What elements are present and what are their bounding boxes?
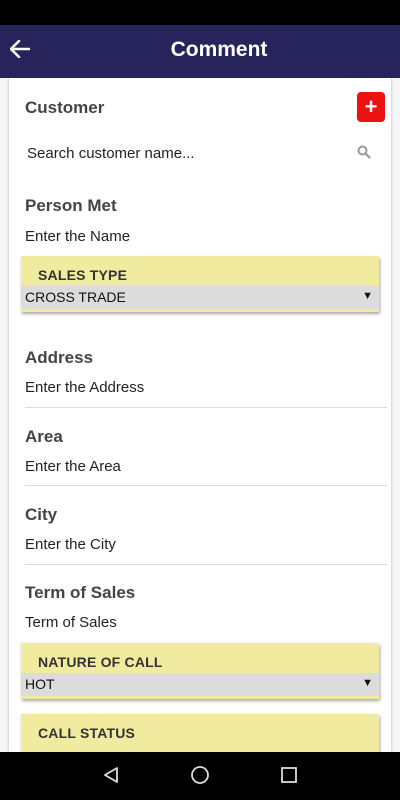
nature-of-call-label: NATURE OF CALL — [38, 654, 163, 670]
person-met-input[interactable]: Enter the Name — [25, 228, 130, 245]
term-of-sales-input[interactable]: Term of Sales — [25, 614, 117, 631]
form-card: Customer + Search customer name... Perso… — [9, 78, 391, 752]
navigation-bar — [0, 752, 400, 800]
customer-label: Customer — [25, 98, 105, 117]
nav-back-button[interactable] — [100, 766, 122, 788]
address-underline — [25, 407, 387, 408]
city-label: City — [25, 505, 58, 524]
dropdown-arrow-icon: ▼ — [362, 677, 373, 689]
city-input[interactable]: Enter the City — [25, 536, 116, 553]
term-of-sales-label: Term of Sales — [25, 583, 136, 602]
page-title: Comment — [170, 38, 268, 61]
sales-type-value: CROSS TRADE — [25, 289, 126, 305]
nature-of-call-field[interactable]: HOT ▼ — [21, 673, 379, 696]
customer-search-input[interactable]: Search customer name... — [27, 145, 195, 162]
sales-type-select[interactable]: SALES TYPE CROSS TRADE ▼ — [21, 256, 379, 312]
address-input[interactable]: Enter the Address — [25, 379, 144, 396]
square-recents-icon — [280, 766, 298, 789]
nav-home-button[interactable] — [189, 765, 211, 790]
area-input[interactable]: Enter the Area — [25, 458, 121, 475]
sales-type-label: SALES TYPE — [38, 267, 128, 283]
dropdown-arrow-icon: ▼ — [362, 290, 373, 302]
nature-of-call-value: HOT — [25, 676, 55, 692]
form-scroll-area[interactable]: Customer + Search customer name... Perso… — [0, 78, 400, 752]
plus-icon: + — [364, 94, 378, 119]
search-icon[interactable] — [357, 145, 373, 161]
person-met-label: Person Met — [25, 196, 117, 215]
call-status-label: CALL STATUS — [38, 725, 136, 741]
address-label: Address — [25, 348, 94, 367]
nature-of-call-select[interactable]: NATURE OF CALL HOT ▼ — [21, 643, 379, 699]
app-bar: Comment — [0, 25, 400, 78]
circle-home-icon — [190, 765, 210, 790]
area-underline — [25, 485, 387, 486]
triangle-back-icon — [102, 766, 120, 789]
add-customer-button[interactable]: + — [357, 92, 385, 122]
area-label: Area — [25, 427, 63, 446]
city-underline — [25, 564, 387, 565]
call-status-select[interactable]: CALL STATUS — [21, 714, 379, 752]
status-bar — [0, 0, 400, 25]
nav-recents-button[interactable] — [278, 766, 300, 788]
sales-type-field[interactable]: CROSS TRADE ▼ — [21, 286, 379, 309]
